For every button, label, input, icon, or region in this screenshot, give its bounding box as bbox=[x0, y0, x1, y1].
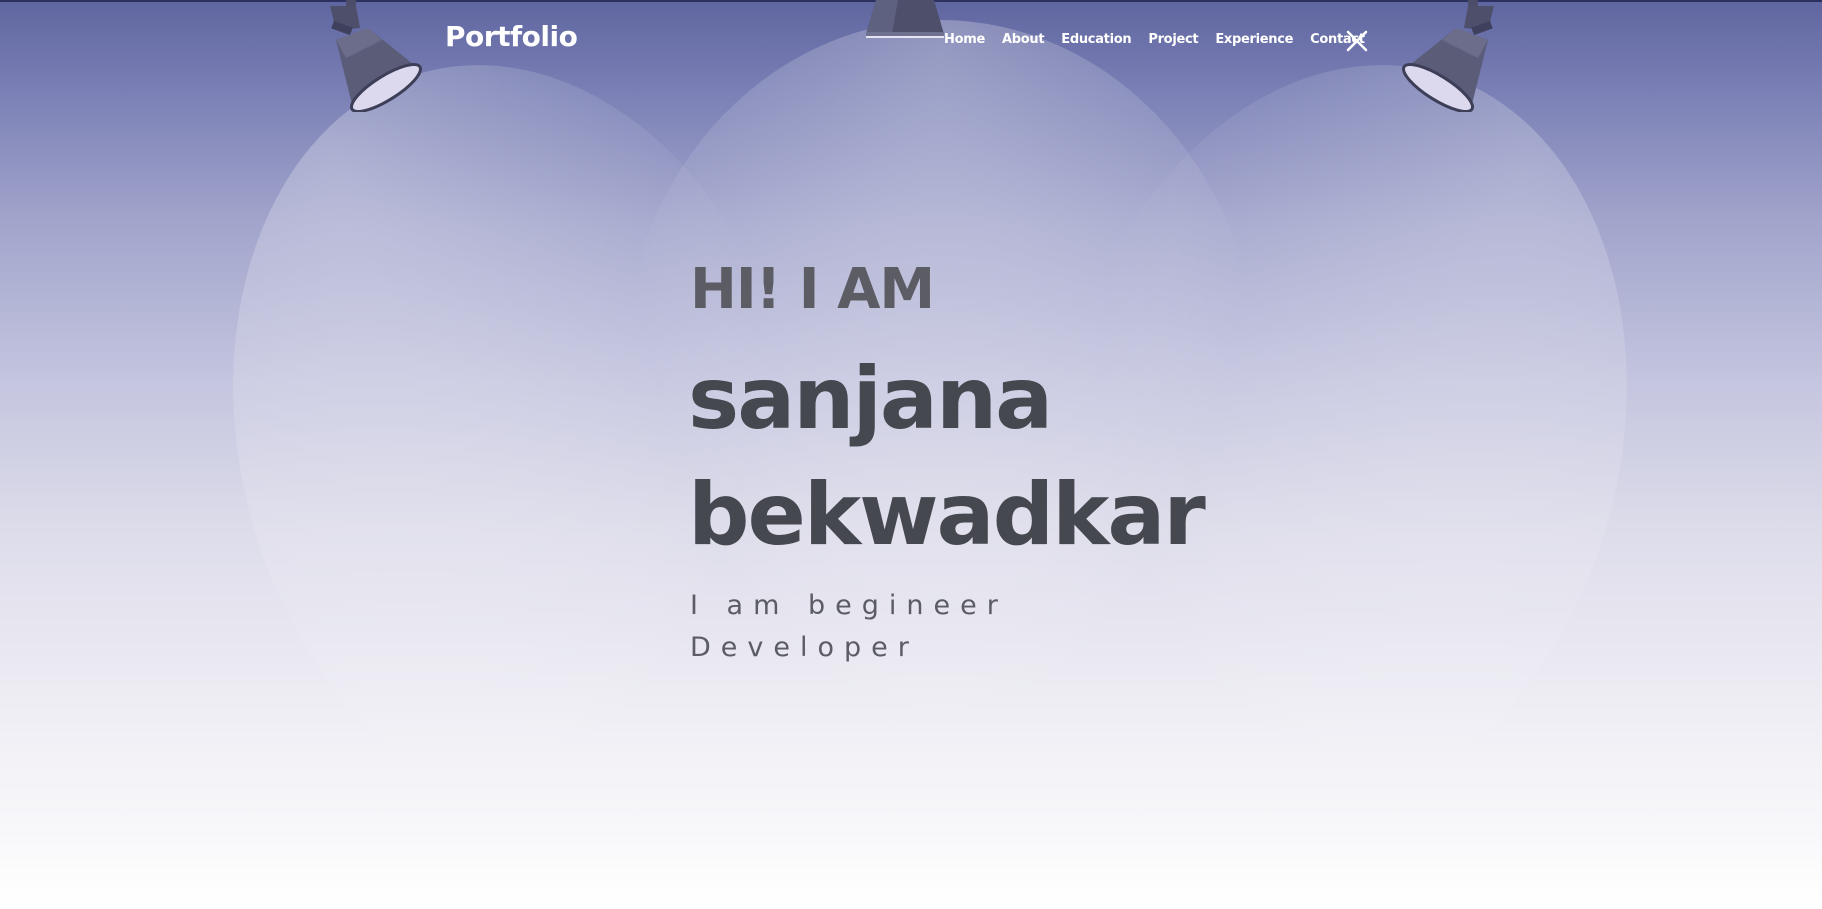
spotlight-lamp-right-icon bbox=[1401, 0, 1494, 112]
site-logo[interactable]: Portfolio bbox=[445, 20, 578, 53]
hero-subtitle: I am begineer Developer bbox=[690, 590, 1008, 663]
spotlight-beam-right bbox=[976, 3, 1704, 877]
nav-project[interactable]: Project bbox=[1148, 32, 1198, 47]
nav-experience[interactable]: Experience bbox=[1215, 32, 1293, 47]
hero-first-name: sanjana bbox=[688, 349, 1053, 449]
nav-about[interactable]: About bbox=[1002, 32, 1045, 47]
close-icon[interactable] bbox=[1345, 29, 1369, 53]
hero-last-name: bekwadkar bbox=[688, 465, 1206, 565]
spotlight-lamp-left-icon bbox=[330, 0, 423, 112]
hero-greeting: HI! I AM bbox=[690, 257, 935, 322]
spotlight-lamp-center-icon bbox=[866, 0, 944, 38]
nav-education[interactable]: Education bbox=[1061, 32, 1131, 47]
main-nav: Home About Education Project Experience … bbox=[944, 32, 1365, 47]
nav-home[interactable]: Home bbox=[944, 32, 985, 47]
